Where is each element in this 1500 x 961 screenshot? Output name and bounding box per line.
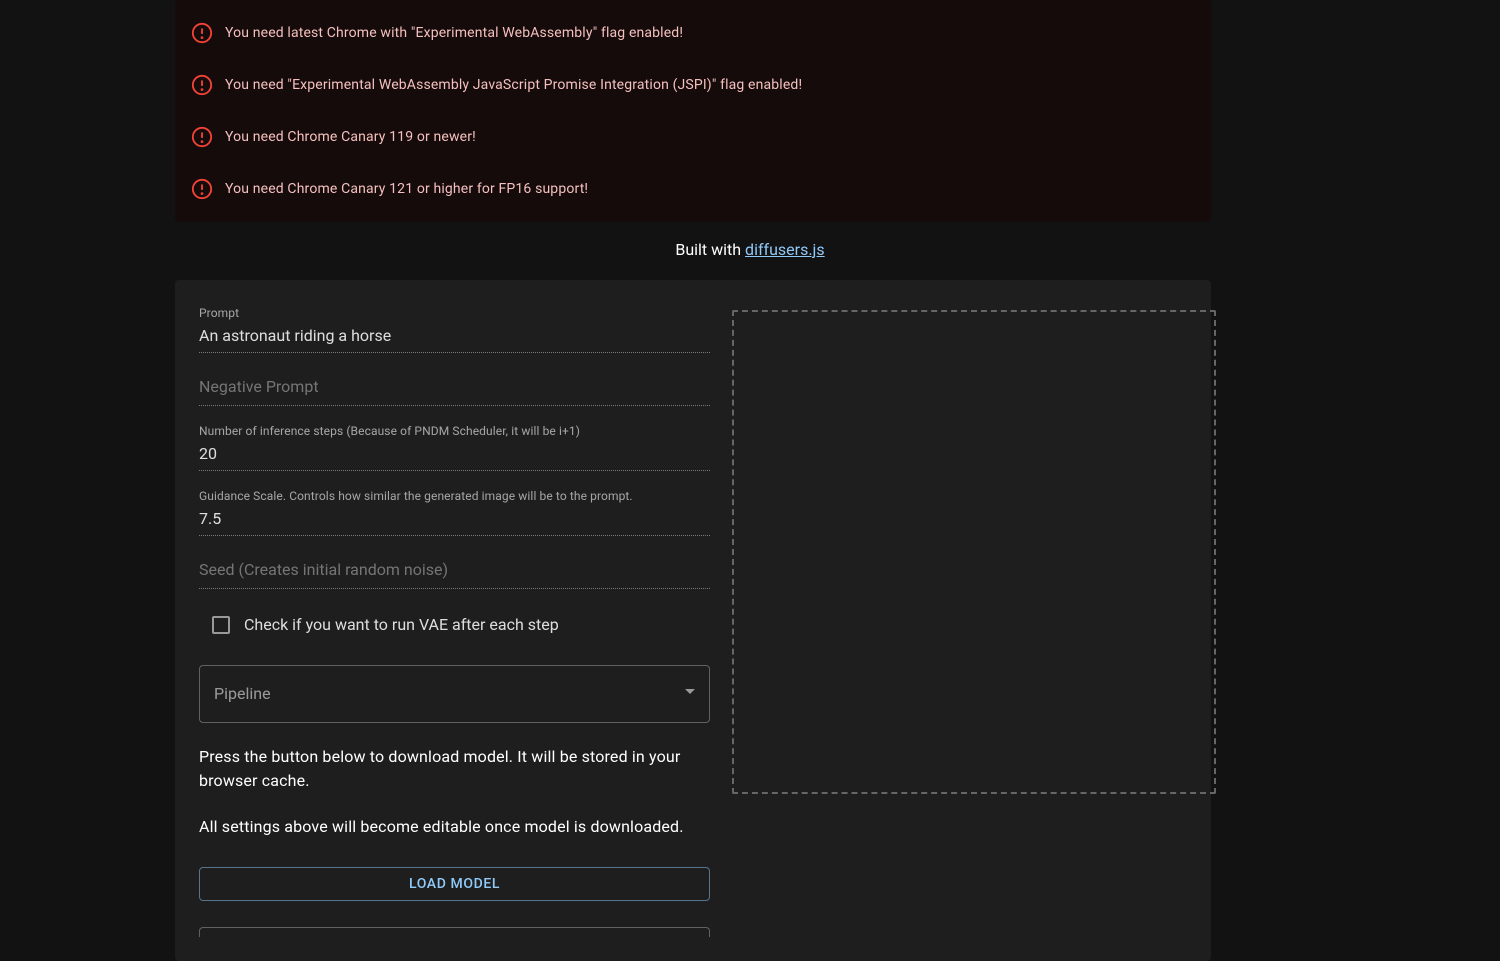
error-alert-panel: You need latest Chrome with "Experimenta… xyxy=(175,0,1211,222)
error-icon xyxy=(191,178,213,200)
preview-column xyxy=(732,304,1216,937)
error-item: You need Chrome Canary 121 or higher for… xyxy=(175,170,1211,208)
dropdown-arrow-icon xyxy=(685,689,695,699)
built-with-line: Built with diffusers.js xyxy=(0,238,1500,262)
negative-prompt-field[interactable] xyxy=(199,369,710,406)
image-preview-dropzone[interactable] xyxy=(732,310,1216,794)
next-panel-partial xyxy=(199,927,710,937)
prompt-label: Prompt xyxy=(199,304,710,322)
prompt-field[interactable]: Prompt xyxy=(199,304,710,353)
guidance-field[interactable]: Guidance Scale. Controls how similar the… xyxy=(199,487,710,536)
steps-field[interactable]: Number of inference steps (Because of PN… xyxy=(199,422,710,471)
steps-label: Number of inference steps (Because of PN… xyxy=(199,422,710,440)
guidance-input[interactable] xyxy=(199,507,710,531)
built-with-prefix: Built with xyxy=(675,240,745,259)
diffusers-link[interactable]: diffusers.js xyxy=(745,240,825,259)
prompt-input[interactable] xyxy=(199,324,710,348)
error-icon xyxy=(191,126,213,148)
error-text: You need Chrome Canary 121 or higher for… xyxy=(225,179,588,200)
info-text-settings: All settings above will become editable … xyxy=(199,815,710,839)
steps-input[interactable] xyxy=(199,442,710,466)
error-icon xyxy=(191,22,213,44)
settings-form: Prompt Number of inference steps (Becaus… xyxy=(199,304,710,937)
seed-input[interactable] xyxy=(199,552,710,584)
pipeline-select[interactable]: Pipeline xyxy=(199,665,710,723)
checkbox-icon[interactable] xyxy=(212,616,230,634)
main-panel: Prompt Number of inference steps (Becaus… xyxy=(175,280,1211,961)
error-text: You need latest Chrome with "Experimenta… xyxy=(225,23,683,44)
seed-field[interactable] xyxy=(199,552,710,589)
error-text: You need "Experimental WebAssembly JavaS… xyxy=(225,75,802,96)
error-item: You need latest Chrome with "Experimenta… xyxy=(175,8,1211,52)
pipeline-placeholder: Pipeline xyxy=(214,682,271,706)
negative-prompt-input[interactable] xyxy=(199,369,710,401)
run-vae-checkbox-row[interactable]: Check if you want to run VAE after each … xyxy=(199,605,710,643)
load-model-button[interactable]: LOAD MODEL xyxy=(199,867,710,901)
error-item: You need Chrome Canary 119 or newer! xyxy=(175,118,1211,156)
error-item: You need "Experimental WebAssembly JavaS… xyxy=(175,66,1211,104)
info-text-download: Press the button below to download model… xyxy=(199,745,710,793)
error-icon xyxy=(191,74,213,96)
run-vae-label: Check if you want to run VAE after each … xyxy=(244,613,559,637)
guidance-label: Guidance Scale. Controls how similar the… xyxy=(199,487,710,505)
error-text: You need Chrome Canary 119 or newer! xyxy=(225,127,476,148)
